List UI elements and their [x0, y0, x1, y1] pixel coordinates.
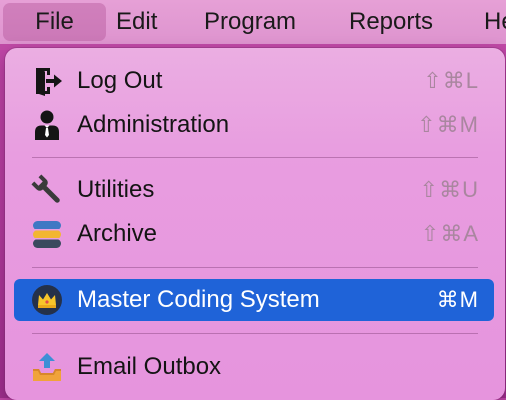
database-stack-icon — [30, 217, 64, 251]
keyboard-shortcut: ⇧⌘U — [419, 177, 479, 202]
menubar-help[interactable]: He — [484, 3, 506, 41]
menu-item-label: Archive — [77, 220, 158, 247]
menubar-edit[interactable]: Edit — [116, 3, 157, 41]
menu-item-label: Email Outbox — [77, 353, 222, 380]
wrench-icon — [30, 173, 64, 207]
file-menu: Log Out ⇧⌘L Administration ⇧⌘M Utilities… — [5, 48, 505, 400]
menubar-program[interactable]: Program — [204, 3, 296, 41]
menu-item-email-outbox[interactable]: Email Outbox — [14, 346, 494, 388]
keyboard-shortcut: ⇧⌘L — [423, 68, 479, 93]
menubar-file[interactable]: File — [3, 3, 106, 41]
menu-bar: File Edit Program Reports He — [0, 0, 506, 44]
menu-item-label: Log Out — [77, 67, 163, 94]
menu-item-utilities[interactable]: Utilities ⇧⌘U — [14, 169, 494, 211]
menu-item-log-out[interactable]: Log Out ⇧⌘L — [14, 60, 494, 102]
keyboard-shortcut: ⇧⌘A — [420, 221, 479, 246]
outbox-tray-icon — [30, 350, 64, 384]
menu-item-administration[interactable]: Administration ⇧⌘M — [14, 104, 494, 146]
menu-separator — [32, 333, 478, 334]
menu-item-master-coding-system[interactable]: Master Coding System ⌘M — [14, 279, 494, 321]
menu-item-label: Utilities — [77, 176, 155, 203]
keyboard-shortcut: ⌘M — [436, 287, 479, 312]
menu-item-label: Master Coding System — [77, 286, 320, 313]
menu-item-label: Administration — [77, 111, 230, 138]
crown-icon — [30, 283, 64, 317]
menu-separator — [32, 157, 478, 158]
administrator-person-icon — [30, 108, 64, 142]
menu-separator — [32, 267, 478, 268]
keyboard-shortcut: ⇧⌘M — [417, 112, 479, 137]
logout-door-icon — [30, 64, 64, 98]
menu-item-archive[interactable]: Archive ⇧⌘A — [14, 213, 494, 255]
menubar-reports[interactable]: Reports — [349, 3, 433, 41]
